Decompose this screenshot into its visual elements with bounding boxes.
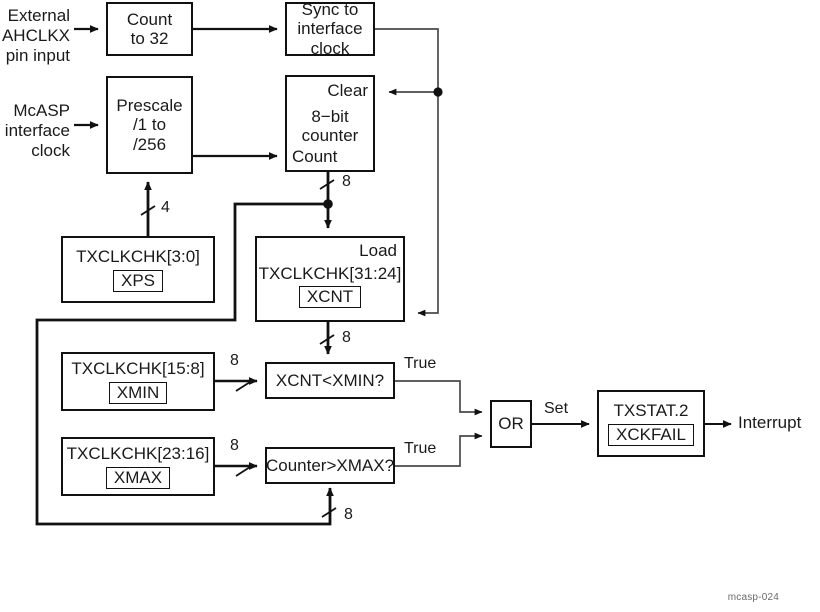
block-txclkchk-xps[interactable]: TXCLKCHK[3:0] XPS — [61, 236, 215, 303]
cmp-xmin-label: XCNT<XMIN? — [275, 370, 385, 390]
cmp-xmax-label: Counter>XMAX? — [265, 455, 395, 475]
block-sync-to-interface-clock[interactable]: Sync to interface clock — [285, 0, 375, 58]
prescale-line3: /256 — [132, 134, 167, 154]
prescale-line2: /1 to — [132, 115, 167, 135]
txstat-field: TXSTAT.2 — [613, 400, 689, 420]
input-label-mcasp-interface-clock: McASP interface clock — [4, 101, 70, 161]
sync-line1: Sync to — [301, 0, 359, 20]
count-to-32-line1: Count — [126, 9, 173, 29]
label-cmp-xmin-true: True — [404, 355, 437, 372]
xmin-register-name: XMIN — [108, 382, 168, 405]
or-gate-label: OR — [498, 414, 524, 434]
wire-cmp-xmin-true-to-or — [395, 380, 483, 416]
bus-label-counter-feedback-width: 8 — [344, 506, 353, 523]
sync-line3: clock — [310, 38, 350, 58]
block-or-gate[interactable]: OR — [490, 400, 532, 448]
xmax-register-name: XMAX — [105, 467, 171, 490]
prescale-line1: Prescale — [116, 96, 183, 116]
input-label-external-ahclkx: External AHCLKX pin input — [1, 6, 70, 66]
block-compare-xcnt-lt-xmin[interactable]: XCNT<XMIN? — [265, 362, 395, 399]
xmin-field: TXCLKCHK[15:8] — [71, 358, 205, 378]
label-cmp-xmax-true: True — [404, 440, 437, 457]
label-interrupt-output: Interrupt — [738, 413, 802, 432]
bus-label-xcnt-out-width: 8 — [342, 329, 351, 346]
figure-id-label: mcasp-024 — [727, 592, 779, 603]
counter-clear-port: Clear — [327, 81, 368, 100]
block-8bit-counter[interactable]: Clear 8−bit counter Count — [285, 75, 375, 172]
xps-register-name: XPS — [112, 270, 164, 293]
bus-label-prescale-width: 4 — [161, 199, 170, 216]
xcnt-field: TXCLKCHK[31:24] — [258, 264, 402, 283]
block-txstat-xckfail[interactable]: TXSTAT.2 XCKFAIL — [597, 390, 705, 457]
xckfail-register-name: XCKFAIL — [608, 424, 694, 447]
bus-label-xmin-width: 8 — [230, 352, 239, 369]
label-or-output-set: Set — [544, 400, 569, 417]
xcnt-load-port: Load — [359, 241, 397, 260]
count-to-32-line2: to 32 — [130, 29, 169, 48]
bus-label-counter-out-width: 8 — [342, 173, 351, 190]
figure-canvas: External AHCLKX pin input McASP interface cl… — [0, 0, 820, 612]
block-prescale[interactable]: Prescale /1 to /256 — [106, 76, 193, 174]
bus-label-xmax-width: 8 — [230, 437, 239, 454]
block-txclkchk-xcnt[interactable]: Load TXCLKCHK[31:24] XCNT — [255, 236, 405, 322]
block-txclkchk-xmin[interactable]: TXCLKCHK[15:8] XMIN — [61, 352, 215, 411]
counter-count-port: Count — [292, 146, 338, 166]
counter-line2: counter — [301, 126, 359, 146]
block-compare-counter-gt-xmax[interactable]: Counter>XMAX? — [265, 447, 395, 484]
block-count-to-32[interactable]: Count to 32 — [106, 2, 193, 56]
sync-line2: interface — [297, 19, 363, 39]
xps-field: TXCLKCHK[3:0] — [76, 246, 200, 266]
xcnt-register-name: XCNT — [298, 286, 362, 309]
junction-dot-counter-bus — [323, 199, 333, 209]
junction-dot-sync — [433, 87, 443, 97]
block-txclkchk-xmax[interactable]: TXCLKCHK[23:16] XMAX — [61, 437, 215, 496]
counter-line1: 8−bit — [311, 107, 349, 126]
xmax-field: TXCLKCHK[23:16] — [66, 443, 210, 463]
